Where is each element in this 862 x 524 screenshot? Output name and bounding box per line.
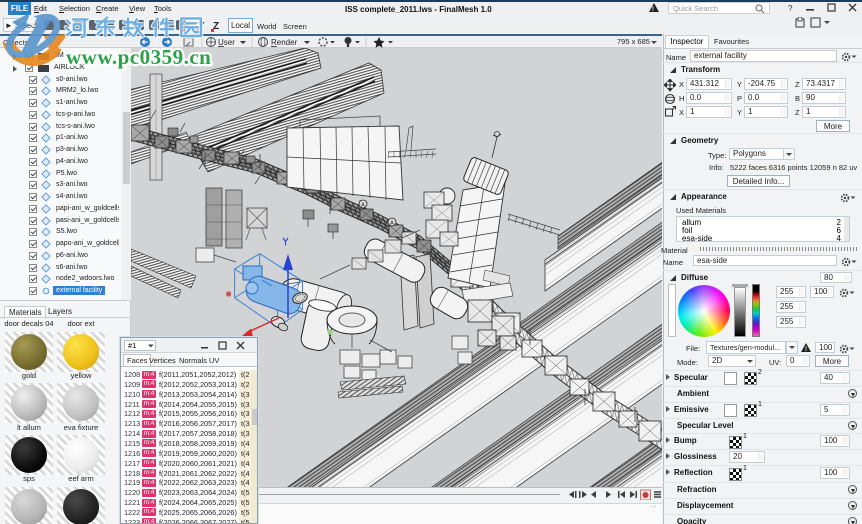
svg-text:Render: Render: [271, 38, 298, 47]
svg-text:User: User: [218, 38, 235, 47]
svg-text:A: A: [361, 203, 365, 209]
svg-text:?: ?: [788, 4, 793, 13]
svg-text:!: !: [805, 347, 807, 353]
svg-text:A: A: [390, 221, 394, 227]
svg-text:!: !: [652, 7, 654, 13]
